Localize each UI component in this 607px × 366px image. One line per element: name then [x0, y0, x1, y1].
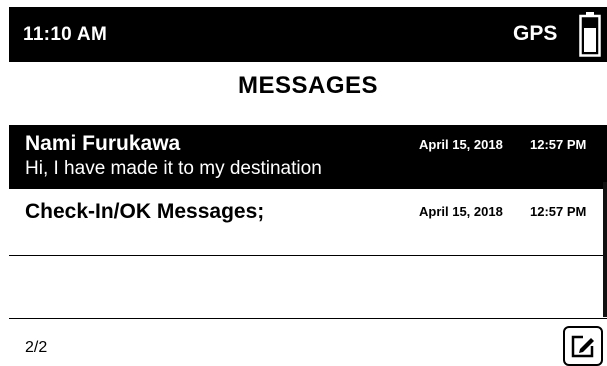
scrollbar[interactable]: [603, 182, 607, 317]
page-title: MESSAGES: [237, 72, 379, 99]
status-time: 11:10 AM: [23, 24, 108, 45]
message-date: April 15, 2018: [419, 204, 503, 219]
message-time: 12:57 PM: [530, 137, 587, 152]
message-row[interactable]: Check-In/OK Messages; April 15, 2018 12:…: [9, 189, 607, 256]
messages-screen: 11:10 AM GPS MESSAGES Nami Furukawa Hi, …: [9, 7, 607, 366]
compose-icon: [571, 335, 594, 358]
empty-message-row: [9, 256, 607, 319]
gps-indicator: GPS: [513, 22, 558, 45]
battery-full-icon: [579, 12, 601, 57]
status-bar: 11:10 AM GPS: [9, 7, 607, 62]
page-indicator: 2/2: [25, 339, 48, 356]
footer: 2/2: [9, 319, 607, 366]
message-preview: Hi, I have made it to my destination: [25, 158, 322, 179]
compose-button[interactable]: [563, 326, 603, 366]
message-sender: Check-In/OK Messages;: [25, 200, 265, 223]
title-bar: MESSAGES: [9, 62, 607, 126]
message-sender: Nami Furukawa: [25, 132, 181, 155]
message-date: April 15, 2018: [419, 137, 503, 152]
message-row[interactable]: Nami Furukawa Hi, I have made it to my d…: [9, 126, 607, 189]
message-time: 12:57 PM: [530, 204, 587, 219]
